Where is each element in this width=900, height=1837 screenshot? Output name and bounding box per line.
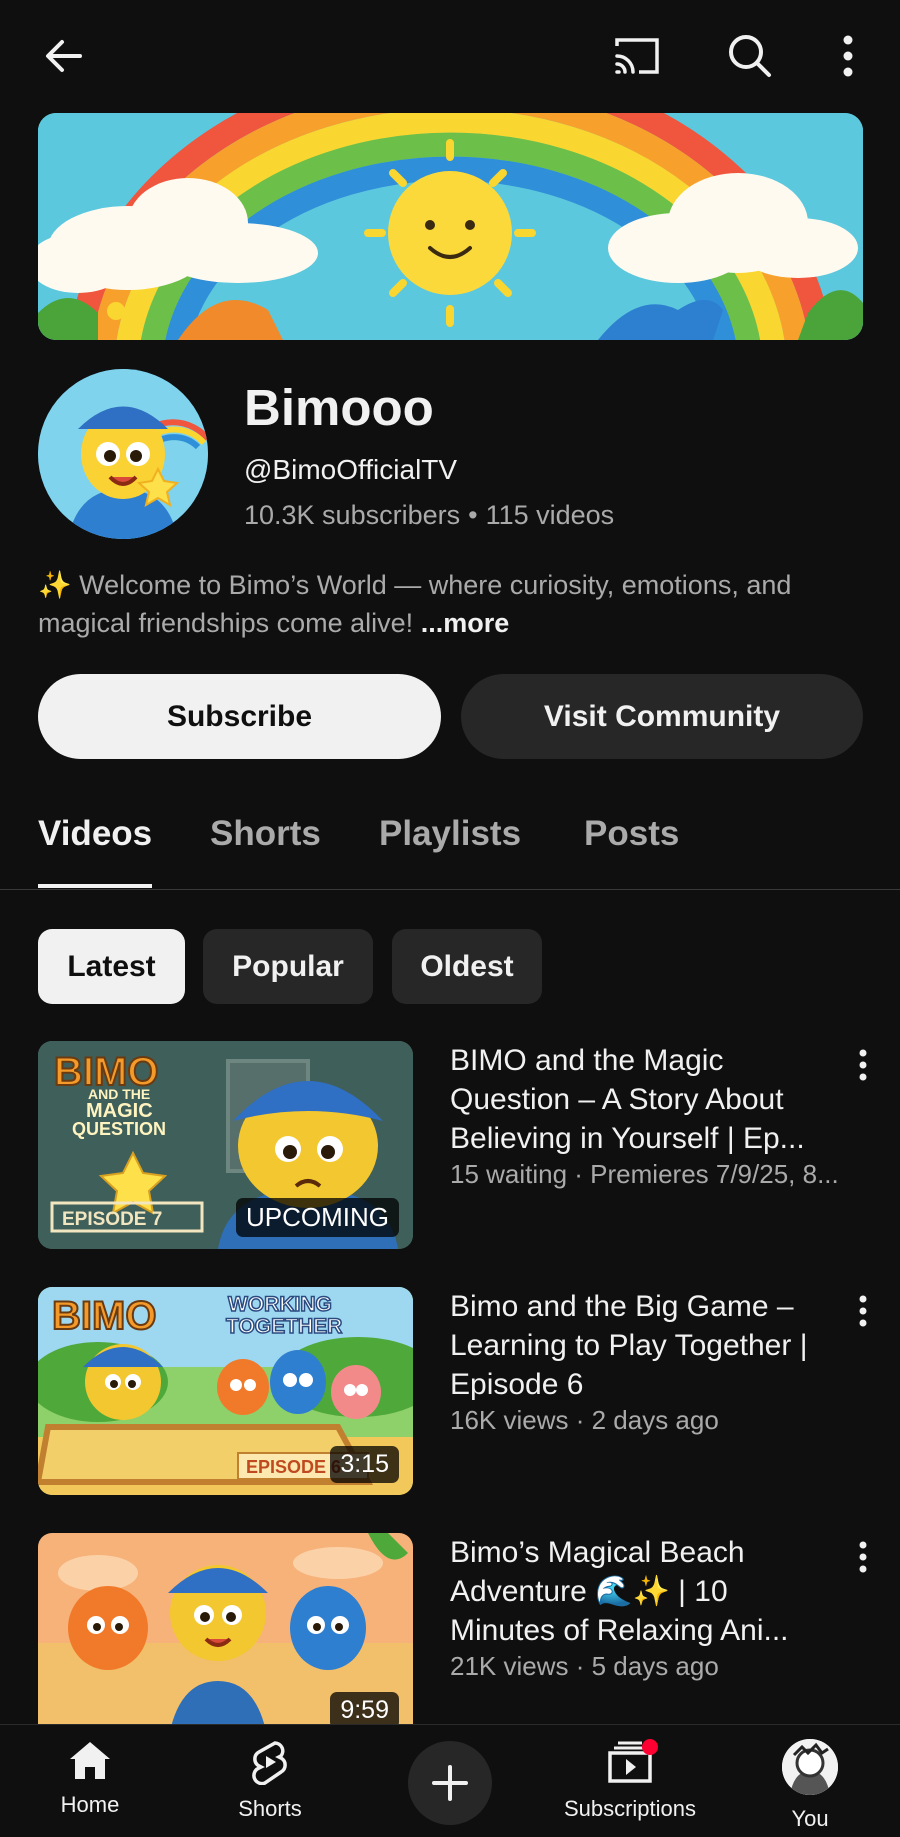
channel-banner	[38, 113, 863, 340]
video-meta: 15 waiting · Premieres 7/9/25, 8...	[450, 1159, 839, 1189]
upcoming-badge: UPCOMING	[236, 1198, 399, 1237]
filter-chip-oldest[interactable]: Oldest	[392, 929, 542, 1004]
thumb-subtitle-1: WORKING	[228, 1293, 332, 1316]
top-bar	[0, 0, 900, 112]
shorts-icon	[252, 1741, 287, 1786]
subscribe-button[interactable]: Subscribe	[38, 674, 441, 759]
thumb-subtitle-3: QUESTION	[72, 1119, 166, 1139]
thumb-subtitle-2: TOGETHER	[226, 1315, 342, 1338]
video-more-icon[interactable]	[848, 1045, 878, 1085]
subscriptions-icon	[608, 1739, 658, 1783]
video-title[interactable]: Bimo and the Big Game – Learning to Play…	[450, 1287, 830, 1404]
active-tab-indicator	[38, 884, 152, 888]
video-title[interactable]: BIMO and the Magic Question – A Story Ab…	[450, 1041, 830, 1158]
nav-shorts[interactable]: Shorts	[195, 1739, 345, 1822]
home-icon	[70, 1742, 110, 1779]
tab-videos[interactable]: Videos	[38, 814, 152, 854]
more-link[interactable]: ...more	[421, 608, 510, 638]
thumb-title-text: BIMO	[52, 1294, 156, 1338]
video-title[interactable]: Bimo’s Magical Beach Adventure 🌊✨ | 10 M…	[450, 1533, 830, 1650]
filter-chip-latest[interactable]: Latest	[38, 929, 185, 1004]
plus-icon	[432, 1765, 468, 1801]
channel-handle: @BimoOfficialTV	[244, 454, 458, 485]
search-icon[interactable]	[722, 28, 778, 84]
tab-shorts[interactable]: Shorts	[210, 814, 321, 854]
video-thumbnail[interactable]: BIMO WORKING TOGETHER EPISODE 6 3:15	[38, 1287, 413, 1495]
video-more-icon[interactable]	[848, 1537, 878, 1577]
thumb-episode-label: EPISODE 7	[62, 1209, 162, 1230]
nav-subscriptions-label: Subscriptions	[563, 1796, 697, 1821]
video-count: 115 videos	[485, 500, 615, 530]
nav-subscriptions[interactable]: Subscriptions	[555, 1739, 705, 1822]
video-thumbnail[interactable]: BIMO AND THE MAGIC QUESTION EPISODE 7 UP…	[38, 1041, 413, 1249]
filter-chip-popular[interactable]: Popular	[203, 929, 373, 1004]
channel-name: Bimooo	[244, 379, 434, 436]
visit-community-button[interactable]: Visit Community	[461, 674, 863, 759]
channel-avatar[interactable]	[38, 369, 208, 539]
profile-avatar	[782, 1739, 838, 1795]
subscriber-count: 10.3K subscribers	[244, 500, 461, 530]
create-button[interactable]	[408, 1741, 492, 1825]
video-more-icon[interactable]	[848, 1291, 878, 1331]
nav-you[interactable]: You	[735, 1739, 885, 1832]
nav-shorts-label: Shorts	[238, 1796, 302, 1821]
cast-icon[interactable]	[608, 28, 664, 84]
thumb-episode-label: EPISODE 6	[246, 1457, 341, 1477]
duration-badge: 3:15	[330, 1446, 399, 1483]
video-thumbnail[interactable]: 9:59	[38, 1533, 413, 1741]
meta-separator: •	[468, 500, 478, 530]
more-options-icon[interactable]	[820, 28, 876, 84]
nav-home[interactable]: Home	[15, 1739, 165, 1818]
back-arrow-icon[interactable]	[36, 28, 92, 84]
channel-tabs: Videos Shorts Playlists Posts	[0, 808, 900, 890]
bottom-navigation: Home Shorts Subscriptions You	[0, 1724, 900, 1837]
channel-description[interactable]: ✨ Welcome to Bimo’s World — where curios…	[38, 566, 868, 642]
video-meta: 21K views · 5 days ago	[450, 1651, 719, 1681]
video-meta: 16K views · 2 days ago	[450, 1405, 719, 1435]
video-item[interactable]: BIMO WORKING TOGETHER EPISODE 6 3:15 Bim…	[0, 1287, 900, 1497]
nav-home-label: Home	[60, 1792, 120, 1817]
video-item[interactable]: 9:59 Bimo’s Magical Beach Adventure 🌊✨ |…	[0, 1533, 900, 1743]
video-item[interactable]: BIMO AND THE MAGIC QUESTION EPISODE 7 UP…	[0, 1041, 900, 1251]
channel-stats: 10.3K subscribers • 115 videos	[244, 500, 614, 531]
tab-posts[interactable]: Posts	[584, 814, 679, 854]
nav-you-label: You	[791, 1806, 829, 1831]
tab-playlists[interactable]: Playlists	[379, 814, 521, 854]
description-text: ✨ Welcome to Bimo’s World — where curios…	[38, 570, 792, 638]
